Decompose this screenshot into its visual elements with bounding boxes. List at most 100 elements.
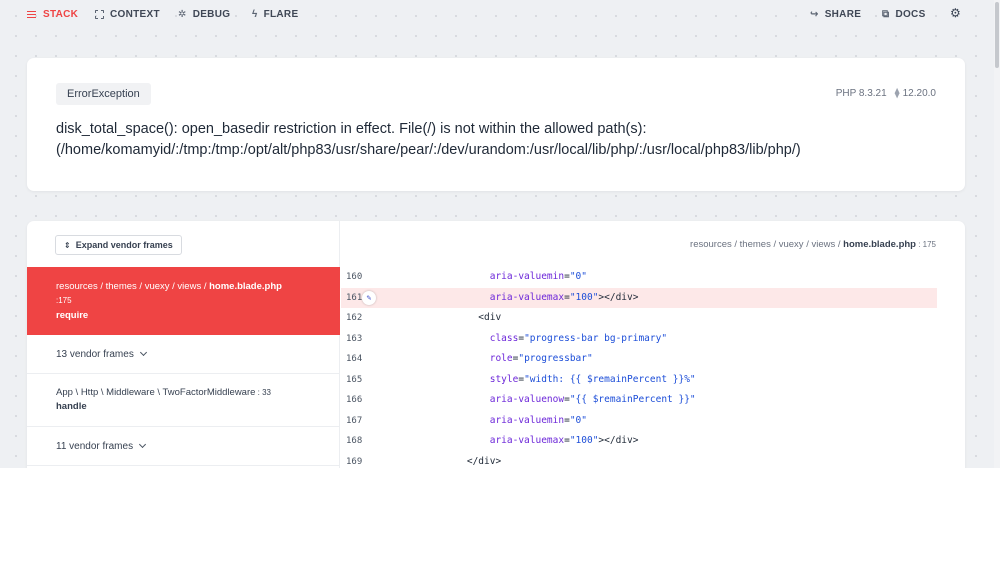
vendor-frames-toggle-1[interactable]: 13 vendor frames <box>27 335 340 374</box>
code-line: 163 class="progress-bar bg-primary" <box>341 329 964 350</box>
code-string: "{{ $remainPercent }}" <box>569 394 696 405</box>
code-string: "progress-bar bg-primary" <box>524 332 668 344</box>
frame-function: require <box>56 310 89 321</box>
code-attribute: style <box>489 373 519 385</box>
page-scrollbar[interactable] <box>994 0 1000 468</box>
frames-panel: ⇕ Expand vendor frames resources / theme… <box>27 221 340 468</box>
frame-path: resources / themes / vuexy / views / hom… <box>56 280 340 294</box>
vendor-frames-label: 13 vendor frames <box>56 348 134 360</box>
code-tag: </div> <box>466 455 502 467</box>
chevron-down-icon <box>139 348 147 357</box>
line-code: <div <box>341 308 501 329</box>
frame-line: :175 <box>56 296 72 305</box>
scrollbar-thumb[interactable] <box>995 2 999 68</box>
stack-trace-card: ⇕ Expand vendor frames resources / theme… <box>27 221 965 468</box>
code-line: 160 aria-valuemin="0" <box>341 267 964 288</box>
code-line: 169 </div> <box>341 452 964 469</box>
frame-path: App \ Http \ Middleware \ TwoFactorMiddl… <box>56 386 340 400</box>
tab-flare[interactable]: ϟ FLARE <box>252 9 298 20</box>
code-line: 165 style="width: {{ $remainPercent }}%" <box>341 370 964 391</box>
line-code: role="progressbar" <box>341 349 593 370</box>
code-line: 168 aria-valuemax="100"></div> <box>341 431 964 452</box>
frame-function: handle <box>56 401 87 412</box>
share-button[interactable]: ↪ SHARE <box>810 9 861 20</box>
code-attribute: class <box>489 332 519 344</box>
frame-two-factor-middleware[interactable]: App \ Http \ Middleware \ TwoFactorMiddl… <box>27 374 340 427</box>
code-attribute: aria-valuenow <box>489 394 565 405</box>
code-tag: ></div> <box>598 291 639 303</box>
code-attribute: role <box>489 353 513 364</box>
exception-class-badge: ErrorException <box>56 83 151 105</box>
expand-icon: ⇕ <box>64 240 71 250</box>
line-code: aria-valuemin="0" <box>341 267 587 288</box>
error-message: disk_total_space(): open_basedir restric… <box>56 119 946 161</box>
code-line: 164 role="progressbar" <box>341 349 964 370</box>
vendor-frames-toggle-2[interactable]: 11 vendor frames <box>27 427 340 466</box>
line-code: aria-valuemax="100"></div> <box>341 288 639 309</box>
code-attribute: aria-valuemin <box>489 414 565 426</box>
code-attribute: aria-valuemax <box>489 435 565 446</box>
code-path-prefix: resources / themes / vuexy / views / <box>690 239 844 250</box>
tab-stack-label: STACK <box>43 9 79 20</box>
error-message-line-2: (/home/komamyid/:/tmp:/tmp:/opt/alt/php8… <box>56 142 801 158</box>
code-file-path: resources / themes / vuexy / views / hom… <box>690 239 936 250</box>
tab-stack[interactable]: STACK <box>27 9 78 20</box>
versions: PHP 8.3.21 ⧫ 12.20.0 <box>836 88 936 99</box>
code-string: "0" <box>569 271 587 282</box>
stack-icon <box>27 10 37 20</box>
line-code: class="progress-bar bg-primary" <box>341 329 667 350</box>
laravel-icon: ⧫ <box>894 88 900 99</box>
laravel-version: ⧫ 12.20.0 <box>895 88 936 99</box>
code-string: "100" <box>569 435 599 446</box>
docs-icon: ⧉ <box>882 8 890 20</box>
line-code: aria-valuenow="{{ $remainPercent }}" <box>341 390 696 411</box>
flare-icon: ϟ <box>252 8 258 20</box>
docs-button[interactable]: ⧉ DOCS <box>882 9 926 20</box>
code-line: 167 aria-valuemin="0" <box>341 411 964 432</box>
line-code: aria-valuemax="100"></div> <box>341 431 639 452</box>
code-string: "progressbar" <box>518 353 593 364</box>
frame-home-blade[interactable]: resources / themes / vuexy / views / hom… <box>27 267 340 335</box>
line-code: style="width: {{ $remainPercent }}%" <box>341 370 696 391</box>
tab-context[interactable]: CONTEXT <box>95 9 160 20</box>
gear-icon: ⚙ <box>950 6 962 20</box>
line-code: aria-valuemin="0" <box>341 411 587 432</box>
code-tag: ></div> <box>598 435 639 446</box>
code-line: 162 <div <box>341 308 964 329</box>
code-line-number: : 175 <box>915 240 936 249</box>
share-label: SHARE <box>824 9 862 20</box>
code-string: "0" <box>569 414 587 426</box>
frame-path-prefix: resources / themes / vuexy / views / <box>56 281 210 292</box>
settings-button[interactable]: ⚙ <box>950 6 962 20</box>
code-attribute: aria-valuemax <box>489 291 565 303</box>
frame-class: App \ Http \ Middleware \ TwoFactorMiddl… <box>56 387 256 398</box>
code-line: 161 ✎ aria-valuemax="100"></div> <box>341 287 937 309</box>
code-attribute: aria-valuemin <box>489 271 565 282</box>
frame-file: home.blade.php <box>209 281 282 292</box>
php-version: PHP 8.3.21 <box>835 88 887 99</box>
chevron-down-icon <box>139 440 147 449</box>
code-tag: <div <box>478 312 502 323</box>
docs-label: DOCS <box>895 9 926 20</box>
error-message-line-1: disk_total_space(): open_basedir restric… <box>56 121 647 137</box>
code-string: "width: {{ $remainPercent }}%" <box>524 373 696 385</box>
error-card: ErrorException PHP 8.3.21 ⧫ 12.20.0 disk… <box>27 58 965 191</box>
code-line: 166 aria-valuenow="{{ $remainPercent }}" <box>341 390 964 411</box>
tab-debug-label: DEBUG <box>192 9 231 20</box>
top-nav: STACK CONTEXT ✲ DEBUG ϟ FLARE ↪ SHARE ⧉ … <box>0 0 994 30</box>
expand-vendor-frames-button[interactable]: ⇕ Expand vendor frames <box>55 235 182 255</box>
expand-vendor-frames-label: Expand vendor frames <box>75 240 173 250</box>
code-viewer: resources / themes / vuexy / views / hom… <box>341 221 965 468</box>
code-file-name: home.blade.php <box>843 239 916 250</box>
line-code: </div> <box>341 452 501 469</box>
tab-debug[interactable]: ✲ DEBUG <box>178 9 230 20</box>
tab-context-label: CONTEXT <box>110 9 160 20</box>
context-icon <box>95 10 104 19</box>
error-page: STACK CONTEXT ✲ DEBUG ϟ FLARE ↪ SHARE ⧉ … <box>0 0 1000 468</box>
bug-icon: ✲ <box>178 8 187 20</box>
frame-line: : 33 <box>255 388 271 397</box>
code-snippet: 160 aria-valuemin="0" 161 ✎ aria-valuemax=… <box>341 267 964 468</box>
share-icon: ↪ <box>810 8 819 20</box>
vendor-frames-label: 11 vendor frames <box>56 440 134 452</box>
laravel-version-text: 12.20.0 <box>902 88 936 99</box>
